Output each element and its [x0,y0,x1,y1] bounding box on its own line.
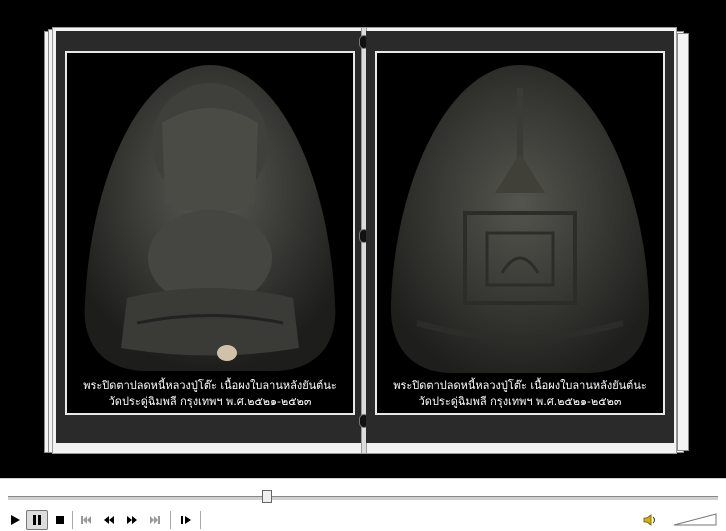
skip-back-icon [81,516,91,524]
skip-forward-button[interactable] [144,510,166,530]
speaker-icon [643,514,655,526]
skip-forward-icon [150,516,160,524]
fast-forward-button[interactable] [121,510,143,530]
amulet-back-image [390,65,650,374]
right-page[interactable]: พระปิดตาปลดหนี้หลวงปู่โต๊ะ เนื้อผงใบลานห… [366,31,674,443]
separator [72,511,73,529]
step-button[interactable] [175,510,197,530]
step-icon [181,516,191,524]
stop-button[interactable] [49,510,71,530]
fast-forward-icon [127,516,137,524]
play-icon [11,515,20,525]
left-caption-line2: วัดประดู่ฉิมพลี กรุงเทพฯ พ.ศ.๒๕๒๑-๒๕๒๓ [108,395,312,408]
mute-button[interactable] [640,510,662,530]
pause-icon [33,515,41,525]
right-caption-line1: พระปิดตาปลดหนี้หลวงปู่โต๊ะ เนื้อผงใบลานห… [393,379,647,392]
amulet-front-image [84,65,336,372]
seek-bar[interactable] [8,496,718,500]
rewind-button[interactable] [98,510,120,530]
flip-book: พระปิดตาปลดหนี้หลวงปู่โต๊ะ เนื้อผงใบลานห… [52,27,677,454]
right-amulet-photo: พระปิดตาปลดหนี้หลวงปู่โต๊ะ เนื้อผงใบลานห… [375,51,665,415]
separator [200,511,201,529]
separator [170,511,171,529]
play-button[interactable] [4,510,26,530]
seek-thumb[interactable] [262,490,272,503]
slideshow-viewer: พระปิดตาปลดหนี้หลวงปู่โต๊ะ เนื้อผงใบลานห… [0,0,726,478]
page-stack-edge [677,33,689,451]
player-controls [0,478,726,531]
skip-back-button[interactable] [75,510,97,530]
rewind-icon [104,516,114,524]
left-amulet-photo: พระปิดตาปลดหนี้หลวงปู่โต๊ะ เนื้อผงใบลานห… [65,51,355,415]
right-caption-line2: วัดประดู่ฉิมพลี กรุงเทพฯ พ.ศ.๒๕๒๑-๒๕๒๓ [418,395,622,408]
pause-button[interactable] [26,510,48,530]
stop-icon [56,516,64,524]
volume-slider[interactable] [672,511,718,526]
left-page[interactable]: พระปิดตาปลดหนี้หลวงปู่โต๊ะ เนื้อผงใบลานห… [56,31,364,443]
volume-ramp [673,513,717,526]
left-caption-line1: พระปิดตาปลดหนี้หลวงปู่โต๊ะ เนื้อผงใบลานห… [83,379,337,392]
